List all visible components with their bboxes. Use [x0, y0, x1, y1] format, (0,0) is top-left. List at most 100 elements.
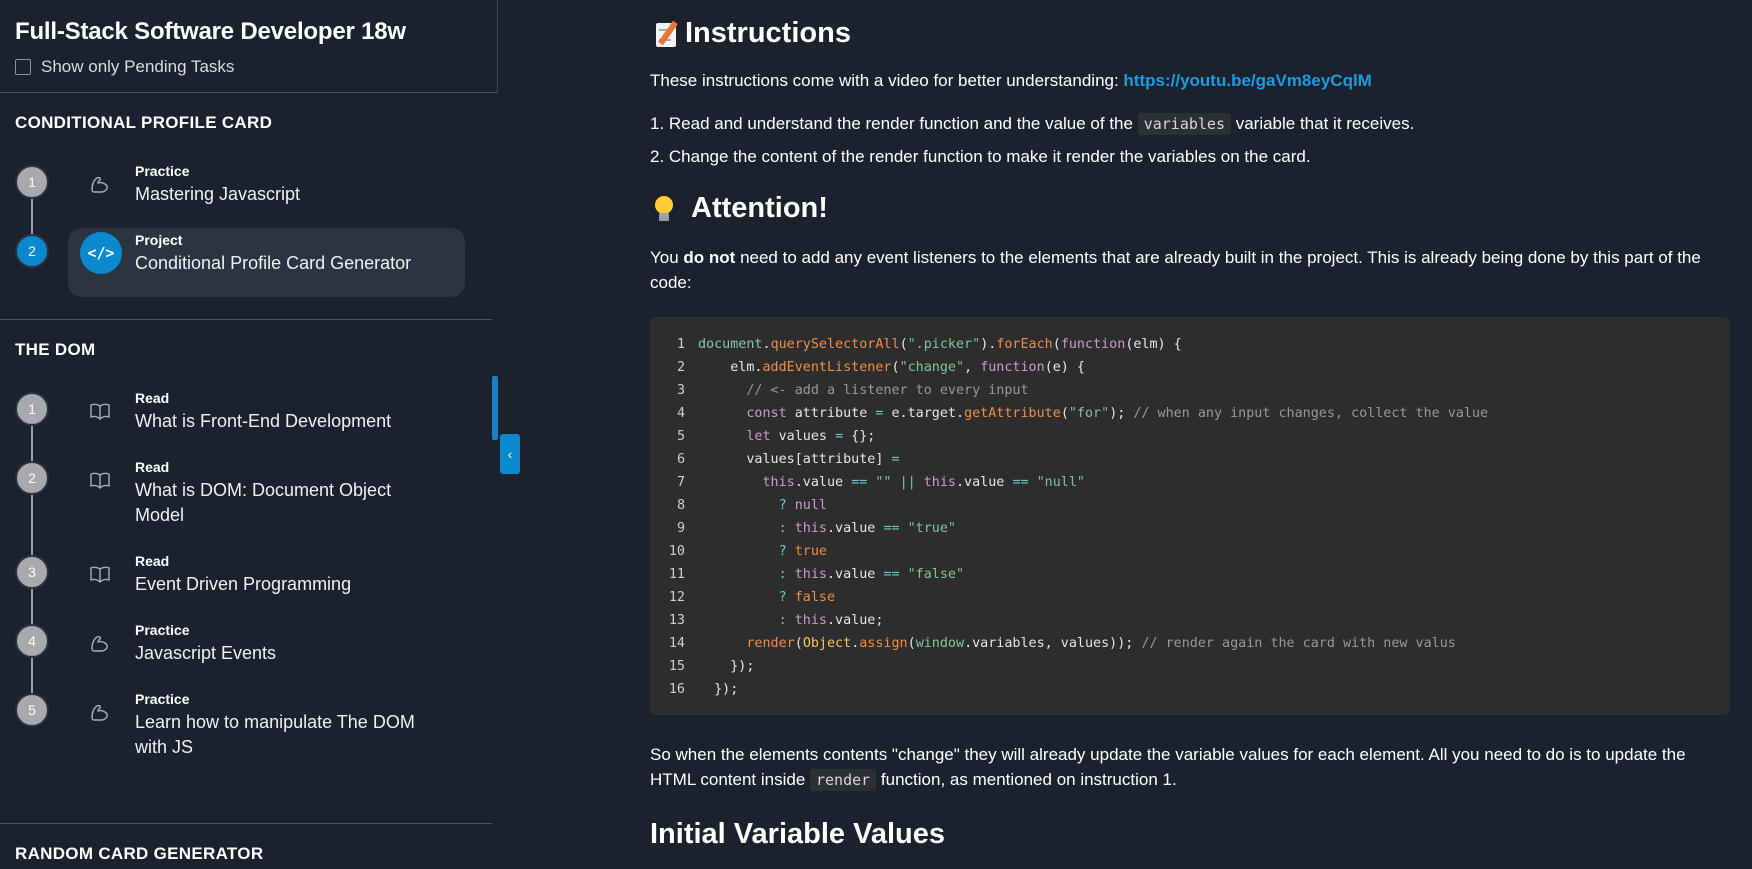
- code-text: : this.value == "false": [778, 567, 965, 582]
- code-line: 1 document.querySelectorAll(".picker").fo…: [650, 333, 1730, 356]
- section-title: CONDITIONAL PROFILE CARD: [15, 113, 273, 132]
- code-line: 2 elm.addEventListener("change", functio…: [650, 356, 1730, 379]
- code-text: });: [698, 682, 739, 697]
- line-number: 4: [676, 406, 685, 421]
- section-conditional-profile-card: CONDITIONAL PROFILE CARD 1 Practice Mast…: [0, 93, 492, 320]
- step-number: 5: [15, 693, 49, 727]
- code-line: 11 : this.value == "false": [650, 563, 1730, 586]
- step-text: Practice Javascript Events: [135, 622, 455, 666]
- step-number: 2: [15, 461, 49, 495]
- book-icon: [85, 559, 115, 589]
- line-number: 16: [668, 682, 685, 697]
- step-item[interactable]: 3 Read Event Driven Programming: [0, 553, 492, 622]
- step-item[interactable]: 2 Read What is DOM: Document Object Mode…: [0, 459, 492, 553]
- intro-text: These instructions come with a video for…: [650, 71, 1124, 90]
- code-text: const attribute = e.target.getAttribute(…: [746, 406, 1489, 421]
- line-number: 1: [676, 337, 685, 352]
- light-bulb-icon: [655, 195, 673, 222]
- book-icon: [85, 396, 115, 426]
- code-text: });: [698, 659, 755, 674]
- code-text: : this.value;: [778, 613, 884, 628]
- pending-tasks-filter[interactable]: Show only Pending Tasks: [15, 57, 482, 77]
- attention-heading-text: Attention!: [691, 192, 828, 224]
- sidebar: Full-Stack Software Developer 18w Show o…: [0, 0, 498, 869]
- code-text: ? true: [778, 544, 827, 559]
- step-type: Read: [135, 459, 170, 475]
- step-item[interactable]: 1 Practice Mastering Javascript: [0, 163, 492, 232]
- code-text: ? null: [778, 498, 827, 513]
- line-number: 12: [668, 590, 685, 605]
- step-item[interactable]: 4 Practice Javascript Events: [0, 622, 492, 691]
- step-text: Read What is Front-End Development: [135, 390, 455, 434]
- step-number: 3: [15, 555, 49, 589]
- code-line: 6 values[attribute] =: [650, 448, 1730, 471]
- step-number: 1: [15, 392, 49, 426]
- code-line: 5 let values = {};: [650, 425, 1730, 448]
- code-text: document.querySelectorAll(".picker").for…: [698, 337, 1182, 352]
- line-number: 9: [676, 521, 685, 536]
- line-number: 7: [676, 475, 685, 490]
- step-type: Project: [135, 232, 183, 248]
- step-text: Practice Learn how to manipulate The DOM…: [135, 691, 425, 760]
- code-text: // <- add a listener to every input: [698, 383, 1029, 398]
- code-line: 9 : this.value == "true": [650, 517, 1730, 540]
- flexed-arm-icon: [85, 697, 115, 727]
- intro-paragraph: These instructions come with a video for…: [650, 71, 1372, 91]
- instruction-list: 1. Read and understand the render functi…: [650, 111, 1414, 177]
- step-name: Mastering Javascript: [135, 184, 301, 204]
- attention-paragraph: You do not need to add any event listene…: [650, 248, 1701, 292]
- pending-tasks-checkbox[interactable]: [15, 59, 31, 75]
- line-number: 2: [676, 360, 685, 375]
- after-code-paragraph: So when the elements contents "change" t…: [650, 745, 1686, 791]
- video-link[interactable]: https://youtu.be/gaVm8eyCqlM: [1123, 71, 1371, 90]
- step-type: Practice: [135, 163, 190, 179]
- section-title: THE DOM: [15, 340, 96, 359]
- course-title: Full-Stack Software Developer 18w: [15, 18, 406, 45]
- step-item[interactable]: 5 Practice Learn how to manipulate The D…: [0, 691, 492, 785]
- step-number: 1: [15, 165, 49, 199]
- line-number: 8: [676, 498, 685, 513]
- step-number: 4: [15, 624, 49, 658]
- code-icon: </>: [80, 232, 122, 274]
- code-text: render(Object.assign(window.variables, v…: [746, 636, 1456, 651]
- code-line: 8 ? null: [650, 494, 1730, 517]
- section-random-card-generator: RANDOM CARD GENERATOR: [0, 824, 492, 864]
- instructions-heading: Instructions: [653, 17, 851, 50]
- line-number: 10: [668, 544, 685, 559]
- line-number: 5: [676, 429, 685, 444]
- line-number: 15: [668, 659, 685, 674]
- step-name: Event Driven Programming: [135, 574, 352, 594]
- code-line: 10 ? true: [650, 540, 1730, 563]
- code-line: 13 : this.value;: [650, 609, 1730, 632]
- inline-code: variables: [1137, 113, 1231, 135]
- code-line: 16 });: [650, 678, 1730, 701]
- step-type: Read: [135, 553, 170, 569]
- code-line: 12 ? false: [650, 586, 1730, 609]
- code-line: 15 });: [650, 655, 1730, 678]
- code-text: : this.value == "true": [778, 521, 956, 536]
- step-text: Read What is DOM: Document Object Model: [135, 459, 405, 528]
- step-item-active[interactable]: 2 </> Project Conditional Profile Card G…: [0, 228, 492, 301]
- inline-code: render: [810, 769, 877, 791]
- sidebar-scroll-area: CONDITIONAL PROFILE CARD 1 Practice Mast…: [0, 93, 492, 869]
- step-text: Project Conditional Profile Card Generat…: [135, 232, 455, 276]
- flexed-arm-icon: [85, 169, 115, 199]
- sidebar-header: Full-Stack Software Developer 18w Show o…: [0, 0, 497, 93]
- step-name: Conditional Profile Card Generator: [135, 253, 412, 273]
- step-list: 1 Read What is Front-End Development 2 R…: [0, 360, 492, 811]
- step-text: Practice Mastering Javascript: [135, 163, 455, 207]
- book-icon: [85, 465, 115, 495]
- line-number: 6: [676, 452, 685, 467]
- code-text: this.value == "" || this.value == "null": [762, 475, 1086, 490]
- main-content: Instructions These instructions come wit…: [498, 0, 1752, 869]
- code-line: 14 render(Object.assign(window.variables…: [650, 632, 1730, 655]
- step-text: Read Event Driven Programming: [135, 553, 455, 597]
- code-line: 3 // <- add a listener to every input: [650, 379, 1730, 402]
- step-item[interactable]: 1 Read What is Front-End Development: [0, 390, 492, 459]
- code-line: 7 this.value == "" || this.value == "nul…: [650, 471, 1730, 494]
- code-block: 1 document.querySelectorAll(".picker").fo…: [650, 317, 1730, 715]
- initial-values-heading: Initial Variable Values: [650, 818, 945, 850]
- section-the-dom: THE DOM 1 Read What is Front-End Develop…: [0, 320, 492, 824]
- step-type: Practice: [135, 691, 190, 707]
- attention-heading: Attention!: [655, 192, 828, 225]
